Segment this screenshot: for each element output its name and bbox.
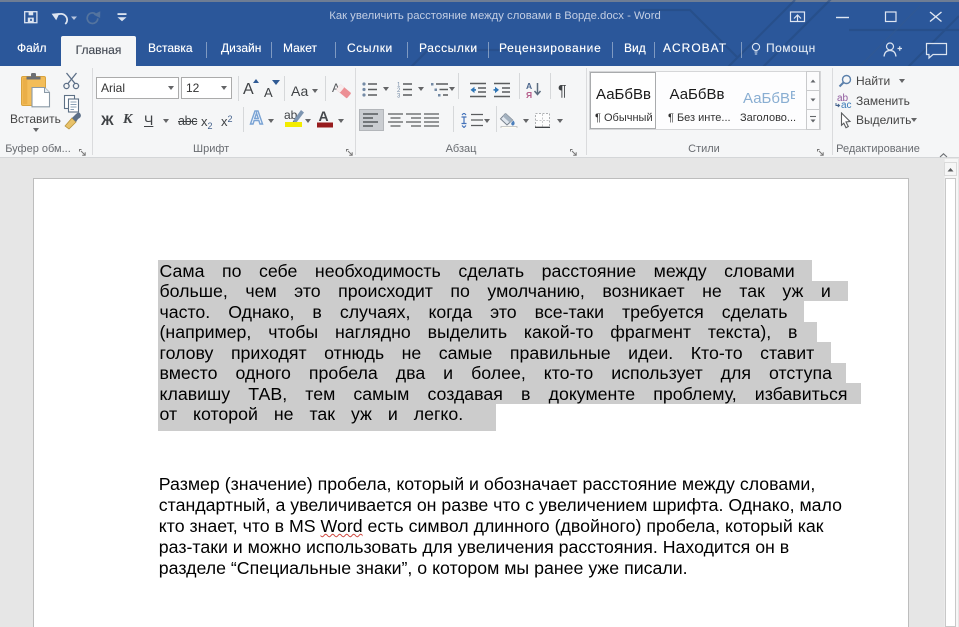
svg-text:ac: ac bbox=[841, 100, 852, 108]
svg-text:3: 3 bbox=[397, 94, 401, 99]
svg-text:¶: ¶ bbox=[558, 83, 567, 98]
svg-text:А: А bbox=[319, 108, 329, 124]
svg-text:Я: Я bbox=[526, 90, 532, 98]
